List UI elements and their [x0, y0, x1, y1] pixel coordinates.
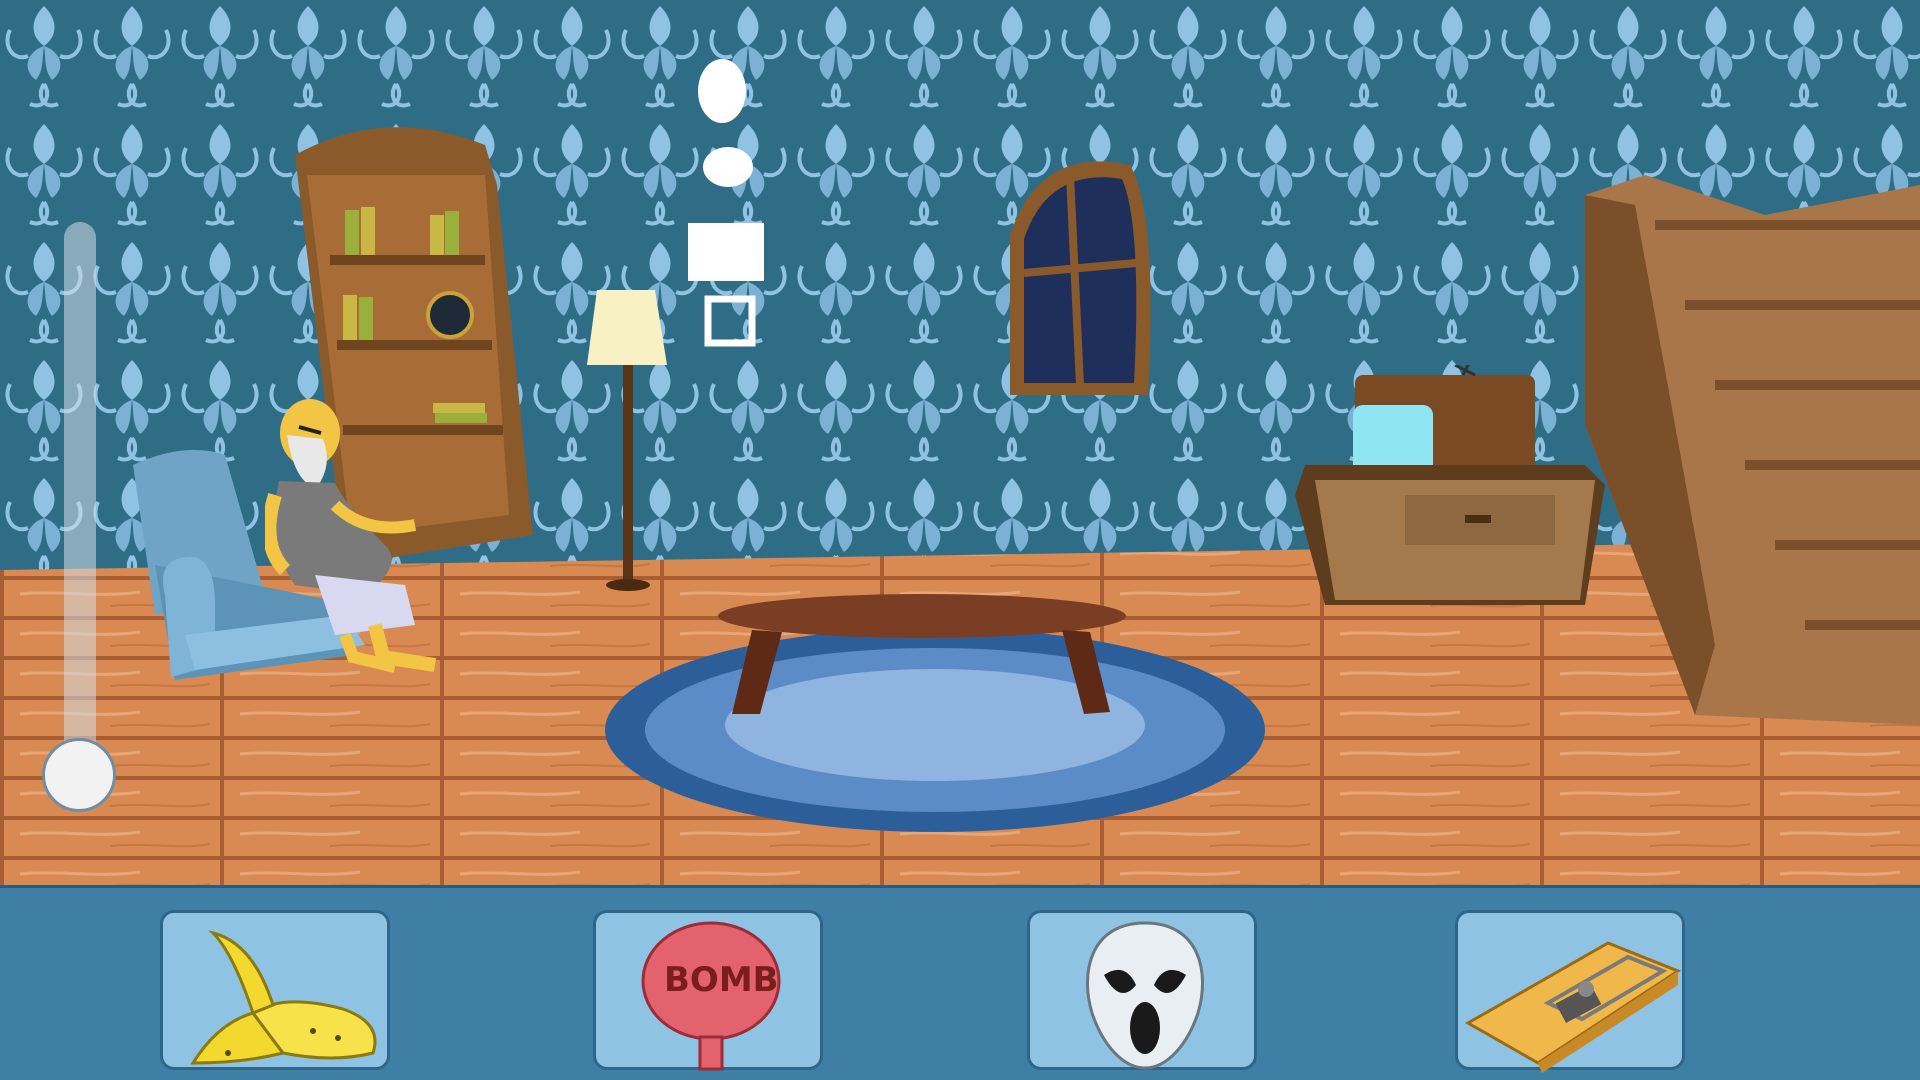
thought-bubble	[688, 59, 764, 347]
mouse-trap-label	[1458, 913, 1459, 914]
scream-mask-label	[1030, 913, 1031, 914]
vertical-slider-track[interactable]	[64, 222, 96, 774]
staircase[interactable]	[1545, 165, 1920, 725]
bomb-cushion-icon: BOMB	[641, 921, 781, 1071]
ghost-mask-icon	[1085, 921, 1205, 1070]
floor-lamp[interactable]	[585, 290, 675, 595]
mouse-trap-slot[interactable]	[1455, 910, 1685, 1073]
game-scene	[0, 0, 1920, 885]
bomb-text: BOMB	[664, 960, 779, 1000]
whoopee-cushion-slot[interactable]: BOMB	[593, 910, 823, 1071]
banana-peel-label	[163, 913, 164, 914]
scream-mask-slot[interactable]	[1027, 910, 1257, 1070]
mouse-trap-icon	[1464, 941, 1682, 1073]
coffee-table[interactable]	[712, 592, 1132, 717]
grumpy-old-man[interactable]	[265, 395, 465, 685]
banana-peel-slot[interactable]	[160, 910, 390, 1070]
banana-peel-icon	[190, 930, 377, 1065]
window[interactable]	[1000, 155, 1155, 400]
vertical-slider-thumb[interactable]	[42, 738, 116, 812]
